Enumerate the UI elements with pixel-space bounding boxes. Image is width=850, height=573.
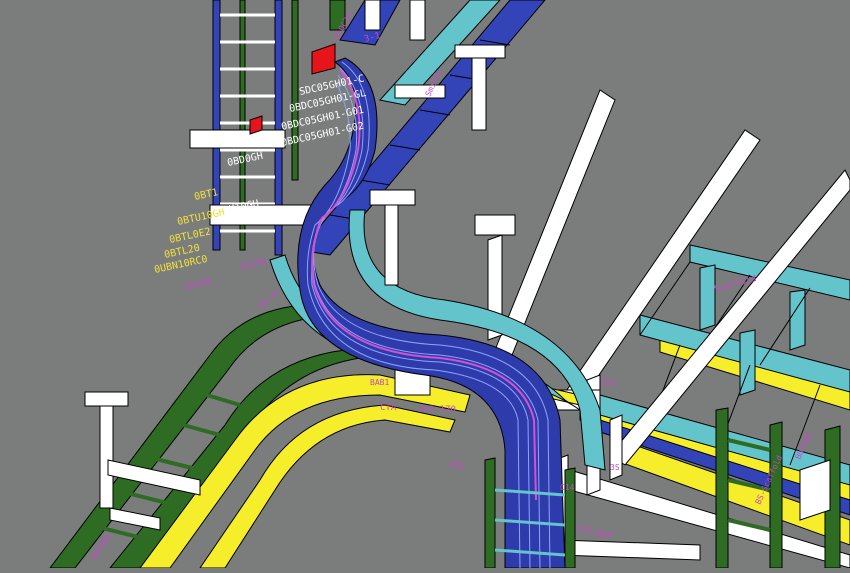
white-post-top-2	[409, 0, 426, 41]
white-post-far-right	[799, 459, 831, 521]
white-cap-center	[369, 189, 416, 206]
label-m-4: 1S2-170	[418, 405, 456, 415]
white-post-top-3	[364, 0, 381, 31]
ladder-rail-green-2	[291, 0, 299, 181]
label-m-6: 2S2	[600, 378, 616, 388]
cable-tray-3d-model[interactable]: 3-1 SAQC25 SDC05GH01-C 0BDC05GH01-GL 0BD…	[0, 0, 850, 569]
white-post-top-1	[471, 57, 487, 131]
green-rail-bottom-1	[484, 457, 496, 569]
white-post-1-cap	[474, 214, 516, 236]
cad-viewport[interactable]: 3-1 SAQC25 SDC05GH01-C 0BDC05GH01-GL 0BD…	[0, 0, 850, 569]
white-cap-lower-left	[84, 391, 129, 407]
white-post-lower-left	[99, 405, 114, 509]
cyan-vert-1	[699, 264, 716, 331]
label-m-13: C14	[560, 483, 575, 492]
green-ladder-right-rail-2	[769, 421, 783, 569]
white-cap-top-2	[394, 84, 446, 99]
white-cap-left-ladder	[189, 129, 286, 149]
white-cap-top-1	[454, 44, 506, 59]
green-ladder-right-rail-1	[715, 407, 729, 569]
label-m-14: 3S	[610, 463, 620, 472]
white-post-center	[384, 204, 399, 286]
label-m-11: BAB1	[370, 378, 389, 387]
label-m-3: CTA	[380, 403, 397, 413]
